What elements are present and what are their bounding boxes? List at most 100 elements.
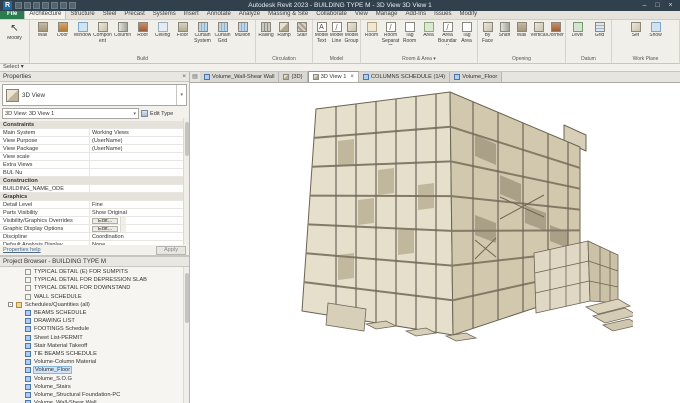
browser-item[interactable]: BEAMS SCHEDULE bbox=[0, 309, 189, 317]
property-value[interactable]: Edit... bbox=[92, 218, 119, 224]
ribbon-tab[interactable]: Collaborate bbox=[312, 10, 351, 19]
browser-item[interactable]: Volume_Floor bbox=[0, 366, 189, 375]
ribbon-tool[interactable]: Area bbox=[419, 21, 438, 39]
project-browser-header[interactable]: Project Browser - BUILDING TYPE M bbox=[0, 257, 189, 267]
browser-item[interactable]: DRAWING LIST bbox=[0, 317, 189, 325]
browser-item[interactable]: Volume_Stairs bbox=[0, 383, 189, 391]
ribbon-tool[interactable]: Stair bbox=[293, 21, 311, 39]
ribbon-tab[interactable]: Insert bbox=[180, 10, 203, 19]
property-row[interactable]: Graphics bbox=[0, 193, 189, 201]
apply-button[interactable]: Apply bbox=[156, 245, 186, 255]
ribbon-tool[interactable]: Door bbox=[53, 21, 73, 39]
ribbon-tool[interactable]: Model Text bbox=[314, 21, 329, 44]
window-control-button[interactable]: □ bbox=[651, 0, 664, 11]
property-row[interactable]: Discipline Coordination bbox=[0, 233, 189, 241]
property-value[interactable]: Edit... bbox=[92, 226, 119, 232]
associate-param-box[interactable] bbox=[120, 225, 127, 232]
ribbon-tool[interactable]: Tag Room bbox=[400, 21, 419, 44]
scrollbar-thumb[interactable] bbox=[185, 273, 189, 323]
panel-label[interactable]: Room & Area ▾ bbox=[361, 55, 477, 63]
ribbon-tool[interactable]: Level bbox=[567, 21, 589, 39]
ribbon-tab[interactable]: Modify bbox=[456, 10, 482, 19]
panel-label[interactable]: Circulation bbox=[256, 55, 312, 63]
associate-param-box[interactable] bbox=[120, 217, 127, 224]
property-row[interactable]: BUILDING_NAME_ODE bbox=[0, 185, 189, 193]
ribbon-tool[interactable]: Show bbox=[646, 21, 666, 39]
revit-logo-icon[interactable]: R bbox=[3, 1, 12, 10]
ribbon-tab[interactable]: Massing & Site bbox=[264, 10, 312, 19]
browser-item[interactable]: Volume_S.O.G bbox=[0, 374, 189, 382]
browser-item[interactable]: - Schedules/Quantities (all) bbox=[0, 301, 189, 309]
property-row[interactable]: View Package (UserName) bbox=[0, 145, 189, 153]
ribbon-tool[interactable]: Set bbox=[626, 21, 646, 39]
edit-type-button[interactable]: Edit Type bbox=[141, 108, 187, 119]
property-row[interactable]: Detail Level Fine bbox=[0, 201, 189, 209]
ribbon-tool[interactable]: Wall bbox=[33, 21, 53, 39]
ribbon-tab[interactable]: Annotate bbox=[203, 10, 235, 19]
ribbon-tool[interactable]: Model Group bbox=[344, 21, 359, 44]
ribbon-tool[interactable]: Room Separator bbox=[381, 21, 400, 45]
ribbon-tab[interactable]: Precast bbox=[120, 10, 148, 19]
panel-label[interactable]: Work Plane bbox=[612, 55, 679, 63]
properties-scrollbar[interactable] bbox=[183, 118, 189, 245]
view-tab-list-icon[interactable]: ▤ bbox=[190, 72, 200, 82]
property-row[interactable]: View scale bbox=[0, 153, 189, 161]
ribbon-tab[interactable]: Add-Ins bbox=[401, 10, 430, 19]
browser-item[interactable]: TIE BEAMS SCHEDULE bbox=[0, 350, 189, 358]
browser-item[interactable]: Volume_Wall-Shear Wall bbox=[0, 399, 189, 403]
property-value[interactable]: Fine bbox=[90, 201, 183, 208]
ribbon-tool[interactable]: Curtain System bbox=[193, 21, 213, 44]
ribbon-tool[interactable]: Area Boundary bbox=[438, 21, 457, 45]
ribbon-tool[interactable]: Modify bbox=[1, 21, 29, 42]
qat-icon[interactable] bbox=[15, 2, 22, 9]
panel-label[interactable]: Model bbox=[313, 55, 360, 63]
qat-icon[interactable] bbox=[69, 2, 76, 9]
chevron-down-icon[interactable]: ▾ bbox=[176, 85, 183, 105]
ribbon-tool[interactable]: Model Line bbox=[329, 21, 344, 44]
ribbon-tool[interactable]: Vertical bbox=[530, 21, 547, 39]
property-value[interactable] bbox=[90, 169, 183, 176]
browser-item[interactable]: TYPICAL DETAIL (E) FOR SUMPITS bbox=[0, 268, 189, 276]
property-row[interactable]: Extra Views bbox=[0, 161, 189, 169]
ribbon-tool[interactable]: Tag Area bbox=[457, 21, 476, 44]
property-row[interactable]: BUL Nu bbox=[0, 169, 189, 177]
view-tab[interactable]: Volume_Floor × bbox=[450, 72, 503, 82]
qat-icon[interactable] bbox=[42, 2, 49, 9]
ribbon-tab[interactable]: Manage bbox=[372, 10, 402, 19]
view-tab[interactable]: 3D View 1 × bbox=[307, 71, 359, 82]
property-value[interactable]: Show Original bbox=[90, 209, 183, 216]
panel-label[interactable] bbox=[0, 55, 29, 63]
property-row[interactable]: Main System Working Views bbox=[0, 129, 189, 137]
ribbon-tool[interactable]: Room bbox=[362, 21, 381, 39]
properties-help-link[interactable]: Properties help bbox=[3, 247, 41, 253]
ribbon-tool[interactable]: Component bbox=[93, 21, 113, 44]
browser-item[interactable]: TYPICAL DETAIL FOR DEPRESSION SLAB bbox=[0, 276, 189, 284]
qat-icon[interactable] bbox=[51, 2, 58, 9]
property-value[interactable]: Coordination bbox=[90, 233, 183, 240]
close-tab-icon[interactable]: × bbox=[348, 74, 354, 80]
property-value[interactable]: Working Views bbox=[90, 129, 183, 136]
panel-label[interactable]: Opening bbox=[478, 55, 565, 63]
ribbon-tool[interactable]: Curtain Grid bbox=[213, 21, 233, 44]
ribbon-tab[interactable]: Structure bbox=[66, 10, 98, 19]
ribbon-tool[interactable]: Floor bbox=[173, 21, 193, 39]
property-value[interactable]: (UserName) bbox=[90, 145, 183, 152]
browser-item[interactable]: Stair Material Takeoff bbox=[0, 342, 189, 350]
ribbon-tool[interactable]: Shaft bbox=[496, 21, 513, 39]
ribbon-tool[interactable]: Ceiling bbox=[153, 21, 173, 39]
browser-scrollbar[interactable] bbox=[183, 267, 189, 403]
properties-header[interactable]: Properties × bbox=[0, 72, 189, 82]
property-value[interactable] bbox=[90, 161, 183, 168]
qat-icon[interactable] bbox=[60, 2, 67, 9]
view-combo[interactable]: 3D View: 3D View 1 bbox=[2, 108, 139, 119]
building-3d-model[interactable] bbox=[288, 85, 633, 347]
qat-icon[interactable] bbox=[33, 2, 40, 9]
ribbon-tool[interactable]: Column bbox=[113, 21, 133, 39]
browser-item[interactable]: Sheet List-PERMIT bbox=[0, 334, 189, 342]
ribbon-tool[interactable]: By Face bbox=[479, 21, 496, 44]
property-row[interactable]: Visibility/Graphics Overrides Edit... bbox=[0, 217, 189, 225]
ribbon-tool[interactable]: Grid bbox=[589, 21, 611, 39]
property-row[interactable]: Parts Visibility Show Original bbox=[0, 209, 189, 217]
type-selector[interactable]: 3D View ▾ bbox=[2, 84, 187, 106]
ribbon-tab[interactable]: Analyze bbox=[235, 10, 264, 19]
